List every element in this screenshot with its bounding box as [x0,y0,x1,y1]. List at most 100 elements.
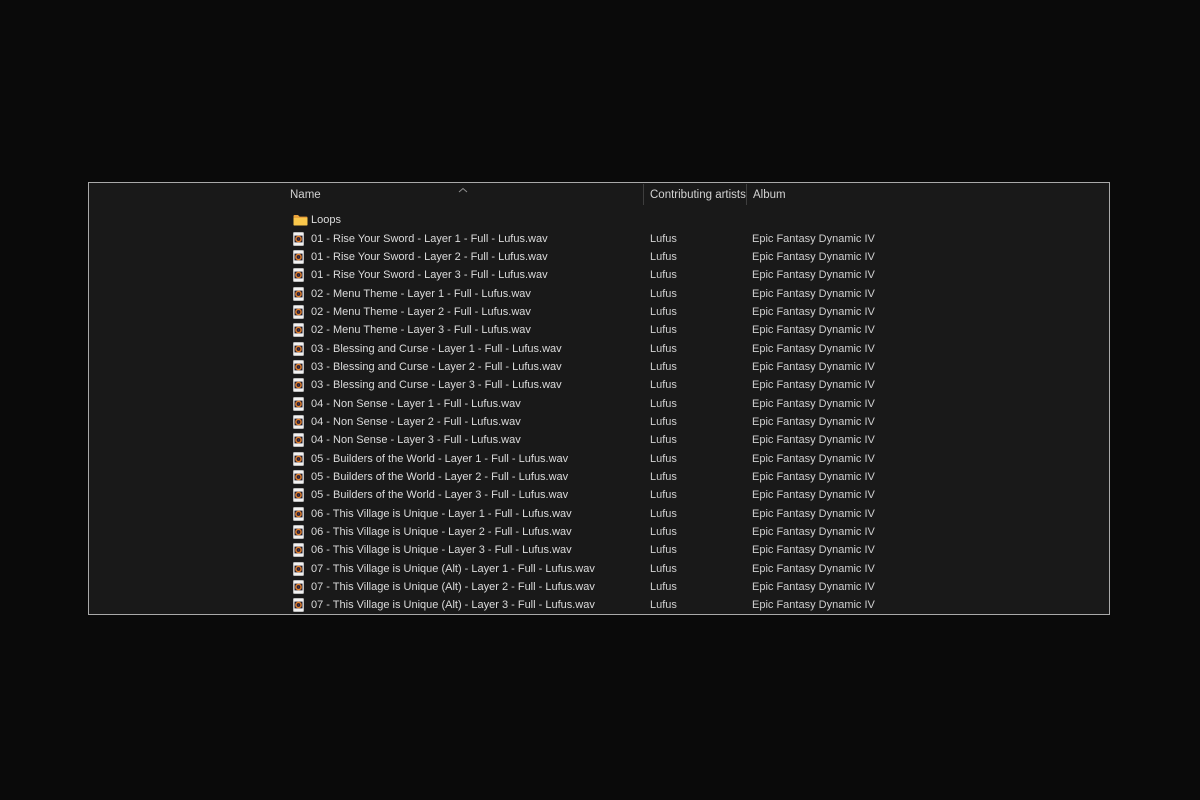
file-row[interactable]: 01 - Rise Your Sword - Layer 2 - Full - … [89,248,1109,266]
artist-label: Lufus [650,489,677,502]
row-artist-cell: Lufus [643,269,746,281]
folder-icon [293,215,308,226]
audio-file-icon [293,433,304,448]
column-header-album[interactable]: Album [746,184,953,205]
row-icon-box [293,359,308,374]
album-label: Epic Fantasy Dynamic IV [752,452,875,465]
file-name-label: 01 - Rise Your Sword - Layer 2 - Full - … [311,250,548,263]
row-name-cell: Loops [89,213,643,227]
album-label: Epic Fantasy Dynamic IV [752,507,875,520]
row-artist-cell: Lufus [643,398,746,410]
row-album-cell: Epic Fantasy Dynamic IV [746,563,1109,575]
audio-file-icon [293,268,304,283]
row-icon-box [293,341,308,356]
row-name-cell: 02 - Menu Theme - Layer 2 - Full - Lufus… [89,304,643,319]
row-album-cell: Epic Fantasy Dynamic IV [746,288,1109,300]
audio-file-icon [293,378,304,393]
album-label: Epic Fantasy Dynamic IV [752,526,875,539]
file-name-label: 07 - This Village is Unique (Alt) - Laye… [311,599,595,612]
row-icon-box [293,396,308,411]
audio-file-icon [293,359,304,374]
audio-file-icon [293,525,304,540]
row-album-cell: Epic Fantasy Dynamic IV [746,306,1109,318]
file-row[interactable]: 02 - Menu Theme - Layer 1 - Full - Lufus… [89,284,1109,302]
row-icon-box [293,451,308,466]
artist-label: Lufus [650,250,677,263]
file-row[interactable]: 07 - This Village is Unique (Alt) - Laye… [89,560,1109,578]
artist-label: Lufus [650,324,677,337]
row-name-cell: 07 - This Village is Unique (Alt) - Laye… [89,561,643,576]
row-artist-cell: Lufus [643,324,746,336]
file-row[interactable]: 06 - This Village is Unique - Layer 3 - … [89,541,1109,559]
artist-label: Lufus [650,581,677,594]
file-row[interactable]: 04 - Non Sense - Layer 3 - Full - Lufus.… [89,431,1109,449]
album-label: Epic Fantasy Dynamic IV [752,397,875,410]
file-name-label: 04 - Non Sense - Layer 1 - Full - Lufus.… [311,397,521,410]
file-name-label: 05 - Builders of the World - Layer 2 - F… [311,470,569,483]
file-row[interactable]: 02 - Menu Theme - Layer 3 - Full - Lufus… [89,321,1109,339]
file-name-label: 02 - Menu Theme - Layer 1 - Full - Lufus… [311,287,531,300]
file-row[interactable]: 02 - Menu Theme - Layer 2 - Full - Lufus… [89,303,1109,321]
file-row[interactable]: 04 - Non Sense - Layer 1 - Full - Lufus.… [89,394,1109,412]
row-album-cell: Epic Fantasy Dynamic IV [746,581,1109,593]
file-row[interactable]: 05 - Builders of the World - Layer 1 - F… [89,449,1109,467]
file-name-label: 07 - This Village is Unique (Alt) - Laye… [311,562,595,575]
artist-label: Lufus [650,544,677,557]
audio-file-icon [293,580,304,595]
row-artist-cell: Lufus [643,361,746,373]
file-row[interactable]: 03 - Blessing and Curse - Layer 3 - Full… [89,376,1109,394]
file-row[interactable]: 06 - This Village is Unique - Layer 2 - … [89,523,1109,541]
file-row[interactable]: 03 - Blessing and Curse - Layer 1 - Full… [89,339,1109,357]
file-row[interactable]: 05 - Builders of the World - Layer 2 - F… [89,468,1109,486]
album-label: Epic Fantasy Dynamic IV [752,562,875,575]
row-artist-cell: Lufus [643,288,746,300]
audio-file-icon [293,396,304,411]
row-name-cell: 03 - Blessing and Curse - Layer 3 - Full… [89,378,643,393]
file-name-label: 06 - This Village is Unique - Layer 2 - … [311,526,572,539]
row-name-cell: 02 - Menu Theme - Layer 1 - Full - Lufus… [89,286,643,301]
row-name-cell: 05 - Builders of the World - Layer 2 - F… [89,469,643,484]
album-label: Epic Fantasy Dynamic IV [752,342,875,355]
file-row[interactable]: 07 - This Village is Unique (Alt) - Laye… [89,596,1109,614]
row-name-cell: 06 - This Village is Unique - Layer 1 - … [89,506,643,521]
file-row[interactable]: 07 - This Village is Unique (Alt) - Laye… [89,578,1109,596]
row-album-cell: Epic Fantasy Dynamic IV [746,398,1109,410]
artist-label: Lufus [650,232,677,245]
row-artist-cell: Lufus [643,599,746,611]
artist-label: Lufus [650,415,677,428]
file-row[interactable]: 06 - This Village is Unique - Layer 1 - … [89,505,1109,523]
file-list: Loops 01 - Rise Your Sword - Layer 1 - F… [89,211,1109,614]
file-row[interactable]: 01 - Rise Your Sword - Layer 3 - Full - … [89,266,1109,284]
row-album-cell: Epic Fantasy Dynamic IV [746,526,1109,538]
chevron-up-icon [457,184,469,193]
artist-label: Lufus [650,452,677,465]
row-name-cell: 04 - Non Sense - Layer 3 - Full - Lufus.… [89,433,643,448]
row-name-cell: 02 - Menu Theme - Layer 3 - Full - Lufus… [89,323,643,338]
row-artist-cell: Lufus [643,563,746,575]
file-row[interactable]: 03 - Blessing and Curse - Layer 2 - Full… [89,358,1109,376]
audio-file-icon [293,304,304,319]
row-icon-box [293,506,308,521]
file-row[interactable]: 01 - Rise Your Sword - Layer 1 - Full - … [89,229,1109,247]
row-album-cell: Epic Fantasy Dynamic IV [746,416,1109,428]
artist-label: Lufus [650,526,677,539]
album-label: Epic Fantasy Dynamic IV [752,415,875,428]
row-icon-box [293,213,308,227]
row-icon-box [293,598,308,613]
audio-file-icon [293,414,304,429]
album-label: Epic Fantasy Dynamic IV [752,269,875,282]
column-header-name[interactable]: Name [290,184,321,205]
album-label: Epic Fantasy Dynamic IV [752,360,875,373]
row-album-cell: Epic Fantasy Dynamic IV [746,599,1109,611]
album-label: Epic Fantasy Dynamic IV [752,434,875,447]
folder-row[interactable]: Loops [89,211,1109,229]
row-icon-box [293,469,308,484]
file-name-label: 02 - Menu Theme - Layer 2 - Full - Lufus… [311,305,531,318]
album-label: Epic Fantasy Dynamic IV [752,470,875,483]
file-row[interactable]: 04 - Non Sense - Layer 2 - Full - Lufus.… [89,413,1109,431]
row-album-cell: Epic Fantasy Dynamic IV [746,508,1109,520]
column-header-contributing-artists[interactable]: Contributing artists [643,184,746,205]
row-name-cell: 05 - Builders of the World - Layer 1 - F… [89,451,643,466]
file-row[interactable]: 05 - Builders of the World - Layer 3 - F… [89,486,1109,504]
row-icon-box [293,231,308,246]
